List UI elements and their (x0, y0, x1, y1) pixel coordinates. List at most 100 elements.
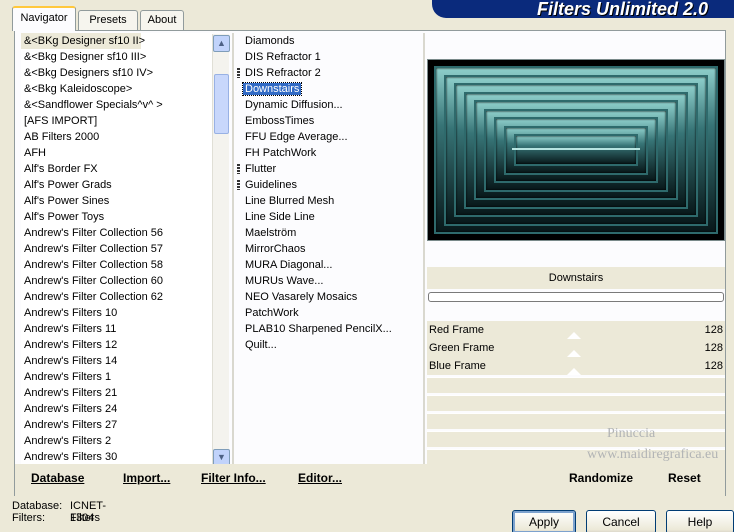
control-value: 128 (704, 360, 723, 372)
tab-presets[interactable]: Presets (78, 10, 138, 30)
filter-item[interactable]: PatchWork (229, 305, 423, 321)
category-item[interactable]: Andrew's Filters 10 (21, 305, 213, 321)
category-item[interactable]: Andrew's Filter Collection 56 (21, 225, 213, 241)
filter-item[interactable]: DIS Refractor 2 (229, 65, 423, 81)
tab-about[interactable]: About (140, 10, 184, 30)
filter-item[interactable]: Line Blurred Mesh (229, 193, 423, 209)
grip-icon (237, 180, 240, 190)
category-item[interactable]: Alf's Power Toys (21, 209, 213, 225)
slider-notch-icon[interactable] (567, 368, 581, 375)
watermark-name: Pinuccia (607, 426, 656, 441)
filter-item[interactable]: FH PatchWork (229, 145, 423, 161)
category-item[interactable]: Andrew's Filters 12 (21, 337, 213, 353)
filter-item[interactable]: Line Side Line (229, 209, 423, 225)
scroll-up-icon[interactable]: ▲ (213, 35, 230, 52)
filter-label: Line Side Line (245, 211, 315, 223)
slider-notch-icon[interactable] (567, 350, 581, 357)
empty-control-slot (427, 431, 725, 447)
blue-frame-control[interactable]: Blue Frame 128 (427, 357, 725, 375)
empty-control-slot (427, 395, 725, 411)
filter-item[interactable]: Downstairs (229, 81, 423, 97)
category-item[interactable]: Andrew's Filter Collection 62 (21, 289, 213, 305)
window-title: Filters Unlimited 2.0 (432, 0, 734, 18)
help-button[interactable]: Help (666, 510, 734, 532)
category-item[interactable]: Andrew's Filter Collection 58 (21, 257, 213, 273)
randomize-button[interactable]: Randomize (569, 471, 633, 485)
filter-item[interactable]: EmbossTimes (229, 113, 423, 129)
filter-item[interactable]: Quilt... (229, 337, 423, 353)
category-list[interactable]: &<BKg Designer sf10 II> &<Bkg Designer sf… (21, 33, 213, 465)
watermark-url: www.maidiregrafica.eu (587, 447, 719, 462)
filter-label: NEO Vasarely Mosaics (245, 291, 358, 303)
filter-info-button[interactable]: Filter Info... (201, 471, 266, 485)
filter-label: FFU Edge Average... (245, 131, 348, 143)
apply-button[interactable]: Apply (512, 510, 576, 532)
category-item[interactable]: AB Filters 2000 (21, 129, 213, 145)
filter-label: Downstairs (241, 82, 303, 96)
filter-item[interactable]: MURUs Wave... (229, 273, 423, 289)
scroll-thumb[interactable] (214, 74, 229, 134)
preview-frame (514, 134, 638, 166)
category-item[interactable]: Andrew's Filters 24 (21, 401, 213, 417)
filter-label: EmbossTimes (245, 115, 315, 127)
filter-item[interactable]: NEO Vasarely Mosaics (229, 289, 423, 305)
status-area: Database: ICNET-Filters Filters: 1304 (12, 500, 106, 524)
category-item[interactable]: [AFS IMPORT] (21, 113, 213, 129)
cancel-button[interactable]: Cancel (586, 510, 656, 532)
control-value: 128 (704, 324, 723, 336)
filters-label: Filters: (12, 512, 45, 524)
category-item[interactable]: &<Bkg Kaleidoscope> (21, 81, 213, 97)
category-item[interactable]: &<Bkg Designer sf10 III> (21, 49, 213, 65)
filter-item[interactable]: Flutter (229, 161, 423, 177)
import-button[interactable]: Import... (123, 471, 170, 485)
editor-button[interactable]: Editor... (298, 471, 342, 485)
red-frame-control[interactable]: Red Frame 128 (427, 321, 725, 339)
filter-label: MURA Diagonal... (245, 259, 333, 271)
left-margin (0, 30, 14, 496)
filter-label: Quilt... (245, 339, 277, 351)
grip-icon (237, 68, 240, 78)
preview-image (427, 59, 725, 241)
category-item[interactable]: Alf's Power Grads (21, 177, 213, 193)
database-button[interactable]: Database (31, 471, 84, 485)
category-item[interactable]: Andrew's Filter Collection 57 (21, 241, 213, 257)
filter-item[interactable]: MirrorChaos (229, 241, 423, 257)
filter-label: Diamonds (245, 35, 295, 47)
category-item[interactable]: Andrew's Filters 27 (21, 417, 213, 433)
filter-item[interactable]: Diamonds (229, 33, 423, 49)
slider-notch-icon[interactable] (567, 332, 581, 339)
filter-item[interactable]: PLAB10 Sharpened PencilX... (229, 321, 423, 337)
filter-label: FH PatchWork (245, 147, 317, 159)
category-item[interactable]: Andrew's Filters 30 (21, 449, 213, 465)
filter-label: Maelström (245, 227, 297, 239)
category-item[interactable]: Andrew's Filters 14 (21, 353, 213, 369)
filter-item[interactable]: Dynamic Diffusion... (229, 97, 423, 113)
category-item[interactable]: AFH (21, 145, 213, 161)
category-item[interactable]: &<Sandflower Specials^v^ > (21, 97, 213, 113)
empty-control-slot (427, 377, 725, 393)
filter-list[interactable]: Diamonds DIS Refractor 1 DIS Refractor 2 Do… (229, 33, 423, 465)
category-item[interactable]: Andrew's Filter Collection 60 (21, 273, 213, 289)
list-divider (423, 33, 425, 465)
reset-button[interactable]: Reset (668, 471, 701, 485)
category-item[interactable]: Andrew's Filters 1 (21, 369, 213, 385)
filter-label: Flutter (245, 163, 277, 175)
control-label: Blue Frame (429, 360, 486, 372)
filter-item[interactable]: DIS Refractor 1 (229, 49, 423, 65)
grip-icon (237, 164, 240, 174)
category-item[interactable]: Alf's Power Sines (21, 193, 213, 209)
category-item[interactable]: Andrew's Filters 11 (21, 321, 213, 337)
category-item[interactable]: &<Bkg Designers sf10 IV> (21, 65, 213, 81)
filter-item[interactable]: MURA Diagonal... (229, 257, 423, 273)
category-item[interactable]: Andrew's Filters 21 (21, 385, 213, 401)
category-item[interactable]: Alf's Border FX (21, 161, 213, 177)
category-scrollbar[interactable]: ▲ ▼ (212, 34, 230, 466)
filter-item[interactable]: Guidelines (229, 177, 423, 193)
tab-navigator[interactable]: Navigator (12, 6, 76, 31)
green-frame-control[interactable]: Green Frame 128 (427, 339, 725, 357)
filter-item[interactable]: FFU Edge Average... (229, 129, 423, 145)
category-item[interactable]: &<BKg Designer sf10 II> (21, 33, 145, 49)
category-item[interactable]: Andrew's Filters 2 (21, 433, 213, 449)
filters-count: 1304 (70, 512, 95, 524)
filter-item[interactable]: Maelström (229, 225, 423, 241)
